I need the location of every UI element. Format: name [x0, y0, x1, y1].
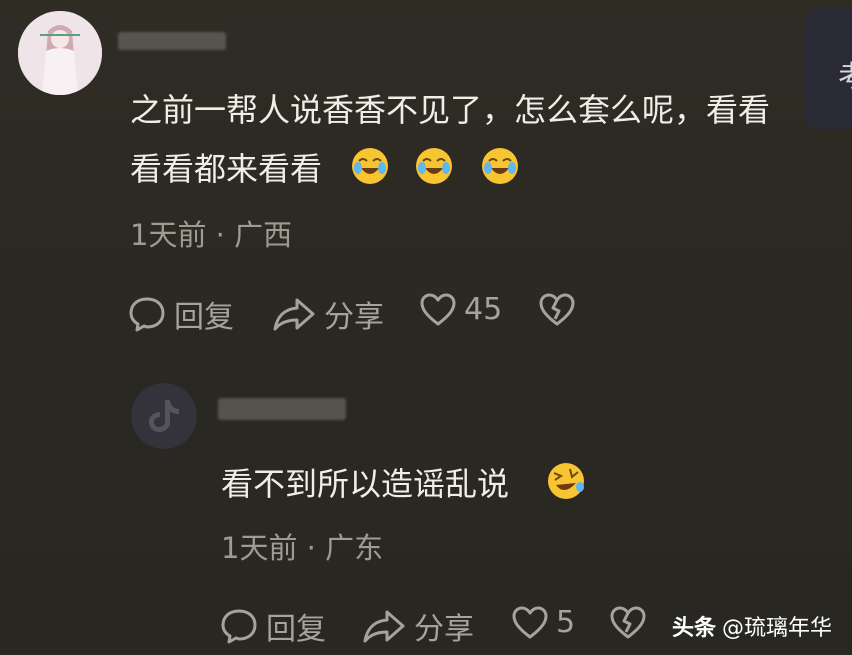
crying-laughing-emoji	[414, 146, 454, 186]
reply-reply-button[interactable]: 回复	[220, 604, 326, 648]
dislike-button[interactable]	[539, 293, 575, 327]
reply-dislike-button[interactable]	[610, 606, 646, 640]
broken-heart-icon	[610, 606, 646, 639]
share-arrow-icon	[363, 610, 405, 643]
comment-text-line1: 之前一帮人说香香不见了，怎么套么呢，看看	[130, 91, 771, 129]
reply-like-count: 5	[556, 605, 576, 640]
user-avatar[interactable]	[18, 11, 102, 95]
comment-text-line2: 看看都来看看	[130, 150, 323, 188]
crying-laughing-emoji	[350, 146, 390, 186]
comment-meta: 1天前 · 广西	[130, 218, 293, 252]
rolling-laughing-emoji	[546, 461, 586, 501]
share-arrow-icon	[273, 298, 315, 331]
heart-icon	[512, 606, 548, 638]
heart-icon	[420, 293, 456, 325]
share-button[interactable]: 分享	[272, 292, 384, 336]
tiktok-logo-icon	[149, 400, 179, 432]
crying-laughing-emoji	[480, 146, 520, 186]
watermark: 头条 @琉璃年华	[671, 616, 832, 641]
reply-meta: 1天前 · 广东	[221, 531, 384, 565]
reply-text: 看不到所以造谣乱说	[221, 465, 510, 503]
like-button[interactable]: 45	[420, 292, 502, 327]
reply-button[interactable]: 回复	[128, 292, 234, 336]
comment-bubble-icon	[129, 297, 165, 332]
broken-heart-icon	[539, 293, 575, 326]
like-count: 45	[464, 292, 503, 327]
reply-share-button[interactable]: 分享	[362, 604, 474, 648]
reply-username-blurred[interactable]	[218, 398, 346, 420]
reply-like-button[interactable]: 5	[512, 605, 575, 640]
username-blurred[interactable]	[118, 32, 226, 50]
side-panel[interactable]: 考	[804, 8, 852, 130]
comment-bubble-icon	[221, 609, 257, 644]
reply-avatar[interactable]	[131, 383, 197, 449]
